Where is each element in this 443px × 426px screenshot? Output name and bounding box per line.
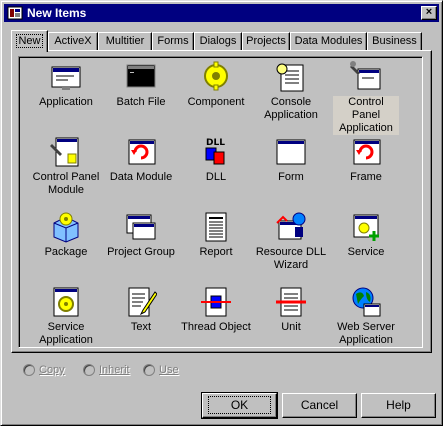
tab-forms[interactable]: Forms — [152, 32, 194, 51]
item-text[interactable]: Text — [102, 286, 180, 358]
tab-projects[interactable]: Projects — [242, 32, 290, 51]
cancel-button[interactable]: Cancel — [282, 393, 357, 418]
ok-button[interactable]: OK — [201, 392, 278, 419]
item-control-panel-application[interactable]: Control Panel Application — [327, 61, 405, 135]
use-radio[interactable]: Use — [143, 364, 179, 377]
item-form[interactable]: Form — [252, 136, 330, 208]
item-service[interactable]: Service — [327, 211, 405, 283]
component-icon — [204, 61, 228, 91]
application-icon — [51, 66, 81, 90]
radio-circle-icon — [23, 364, 35, 377]
copy-radio[interactable]: Copy — [23, 364, 65, 377]
tab-activex[interactable]: ActiveX — [48, 32, 98, 51]
item-web-server-application[interactable]: Web Server Application — [327, 286, 405, 358]
tab-multitier[interactable]: Multitier — [98, 32, 152, 51]
svg-text:DLL: DLL — [206, 138, 225, 148]
data-module-icon — [128, 139, 156, 165]
project-group-icon — [126, 214, 156, 240]
item-package[interactable]: Package — [27, 211, 105, 283]
item-console-application[interactable]: Console Application — [252, 61, 330, 133]
items-listview[interactable]: Application Batch File Component Console… — [18, 56, 423, 348]
item-frame[interactable]: Frame — [327, 136, 405, 208]
package-icon — [53, 212, 79, 243]
item-project-group[interactable]: Project Group — [102, 211, 180, 283]
thread-object-icon — [201, 287, 231, 317]
new-items-dialog: New Items × New ActiveX Multitier Forms … — [0, 0, 443, 426]
help-button[interactable]: Help — [361, 393, 436, 418]
item-control-panel-module[interactable]: Control Panel Module — [27, 136, 105, 208]
item-data-module[interactable]: Data Module — [102, 136, 180, 208]
text-icon — [128, 287, 157, 317]
dll-icon: DLL — [205, 138, 225, 165]
item-report[interactable]: Report — [177, 211, 255, 283]
app-icon — [7, 6, 23, 20]
unit-icon — [276, 287, 306, 317]
control-panel-application-icon — [350, 61, 381, 90]
close-button[interactable]: × — [421, 6, 437, 20]
tab-dialogs[interactable]: Dialogs — [194, 32, 242, 51]
service-icon — [353, 214, 379, 241]
title-bar[interactable]: New Items × — [4, 4, 439, 22]
item-service-application[interactable]: Service Application — [27, 286, 105, 358]
item-resource-dll-wizard[interactable]: Resource DLL Wizard — [252, 211, 330, 283]
item-component[interactable]: Component — [177, 61, 255, 133]
batch-file-icon — [126, 64, 156, 88]
service-application-icon — [53, 287, 79, 317]
report-icon — [205, 212, 227, 242]
close-icon: × — [425, 6, 433, 18]
form-icon — [276, 139, 306, 165]
item-application[interactable]: Application — [27, 61, 105, 133]
item-dll[interactable]: DLL DLL — [177, 136, 255, 208]
frame-icon — [353, 139, 381, 165]
radio-circle-icon — [143, 364, 155, 377]
window-title: New Items — [27, 6, 87, 20]
tab-data-modules[interactable]: Data Modules — [290, 32, 367, 51]
tab-new[interactable]: New — [11, 30, 48, 52]
tab-panel: Application Batch File Component Console… — [11, 50, 432, 353]
item-unit[interactable]: Unit — [252, 286, 330, 358]
resource-dll-wizard-icon — [276, 212, 306, 240]
web-server-application-icon — [352, 287, 381, 317]
radio-circle-icon — [83, 364, 95, 377]
item-batch-file[interactable]: Batch File — [102, 61, 180, 133]
inherit-radio[interactable]: Inherit — [83, 364, 130, 377]
console-application-icon — [276, 63, 304, 92]
item-thread-object[interactable]: Thread Object — [177, 286, 255, 358]
control-panel-module-icon — [50, 137, 79, 167]
tab-business[interactable]: Business — [367, 32, 422, 51]
